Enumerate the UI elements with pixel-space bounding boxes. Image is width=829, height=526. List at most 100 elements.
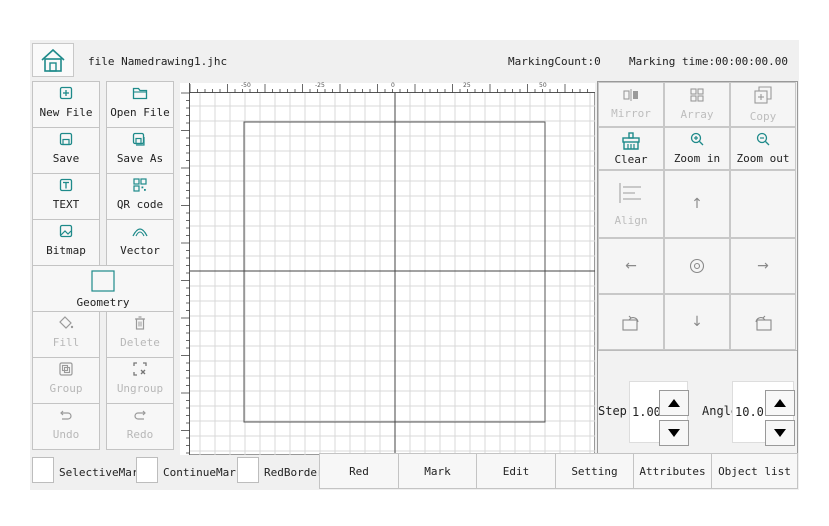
qr-code-label: QR code <box>116 198 164 211</box>
save-button[interactable]: Save <box>32 127 100 174</box>
step-increment-button[interactable] <box>659 390 689 416</box>
home-button[interactable] <box>32 43 74 77</box>
redo-label: Redo <box>126 428 154 441</box>
file-name-label: file Namedrawing1.jhc <box>88 55 228 68</box>
bitmap-button[interactable]: Bitmap <box>32 219 100 266</box>
angle-increment-button[interactable] <box>765 390 795 416</box>
bottom-bar: SelectiveMark ContinueMark RedBorder Red… <box>30 453 799 489</box>
setting-button-label: Setting <box>571 464 618 478</box>
ungroup-button[interactable]: Ungroup <box>106 357 174 404</box>
arrow-up-icon: ↑ <box>691 196 703 212</box>
redo-button[interactable]: Redo <box>106 403 174 450</box>
zoom-in-button[interactable]: Zoom in <box>664 127 730 170</box>
step-label: Step <box>598 404 627 418</box>
mirror-button[interactable]: Mirror <box>598 82 664 127</box>
rotate-right-button[interactable] <box>730 294 796 350</box>
ungroup-icon <box>133 362 147 376</box>
text-button[interactable]: TEXT <box>32 173 100 220</box>
selective-mark-checkbox[interactable] <box>32 457 54 483</box>
text-icon <box>59 178 73 192</box>
step-angle-controls: Step 1.00 Angle 10.0 <box>598 350 797 454</box>
trash-icon <box>135 316 145 330</box>
zoom-in-icon <box>690 132 704 146</box>
selective-mark-label: SelectiveMark <box>59 466 146 479</box>
mark-button-label: Mark <box>424 464 451 478</box>
horizontal-ruler: -50 -25 0 25 50 <box>180 82 595 93</box>
continue-mark-label: ContinueMark <box>163 466 243 479</box>
edit-button-label: Edit <box>502 464 530 478</box>
triangle-up-icon <box>774 399 786 407</box>
move-down-button[interactable]: ↓ <box>664 294 730 350</box>
right-control-panel: Mirror Array Copy Clear Zoom in Zoom out… <box>597 81 798 455</box>
group-icon <box>59 362 73 376</box>
clear-label: Clear <box>614 152 648 166</box>
move-right-button[interactable]: → <box>730 238 796 294</box>
angle-decrement-button[interactable] <box>765 420 795 446</box>
text-label: TEXT <box>52 198 80 211</box>
red-border-checkbox[interactable] <box>237 457 259 483</box>
arrow-left-icon: ← <box>625 258 637 274</box>
ruler-ticks-vertical <box>181 92 190 454</box>
qr-code-button[interactable]: QR code <box>106 173 174 220</box>
save-label: Save <box>52 152 80 165</box>
arrow-down-icon: ↓ <box>691 314 703 330</box>
fill-button[interactable]: Fill <box>32 311 100 358</box>
target-icon <box>689 258 705 274</box>
zoom-out-label: Zoom out <box>736 152 790 165</box>
drawing-canvas[interactable] <box>190 93 595 455</box>
zoom-in-label: Zoom in <box>673 152 721 165</box>
rotate-cw-icon <box>755 315 772 331</box>
copy-icon <box>754 86 772 104</box>
setting-button[interactable]: Setting <box>555 453 634 489</box>
align-button[interactable]: Align <box>598 170 664 238</box>
red-button[interactable]: Red <box>319 453 399 489</box>
ruler-label: -25 <box>315 82 325 89</box>
step-decrement-button[interactable] <box>659 420 689 446</box>
triangle-up-icon <box>668 399 680 407</box>
copy-button[interactable]: Copy <box>730 82 796 127</box>
triangle-down-icon <box>774 429 786 437</box>
save-as-label: Save As <box>116 152 164 165</box>
vector-curve-icon <box>132 228 148 237</box>
clear-button[interactable]: Clear <box>598 127 664 170</box>
broom-icon <box>622 131 640 150</box>
move-up-button[interactable]: ↑ <box>664 170 730 238</box>
open-file-button[interactable]: Open File <box>106 81 174 128</box>
undo-button[interactable]: Undo <box>32 403 100 450</box>
vector-button[interactable]: Vector <box>106 219 174 266</box>
move-left-button[interactable]: ← <box>598 238 664 294</box>
redo-icon <box>134 410 146 420</box>
zoom-out-button[interactable]: Zoom out <box>730 127 796 170</box>
attributes-button[interactable]: Attributes <box>633 453 712 489</box>
new-file-button[interactable]: New File <box>32 81 100 128</box>
undo-icon <box>60 410 72 420</box>
continue-mark-checkbox[interactable] <box>136 457 158 483</box>
ruler-label: -50 <box>241 82 251 89</box>
save-icon <box>59 132 73 146</box>
top-bar: file Namedrawing1.jhc MarkingCount:0 Mar… <box>30 40 799 80</box>
image-icon <box>59 224 73 238</box>
marking-count: MarkingCount:0 <box>508 55 601 68</box>
canvas-grid <box>190 93 595 455</box>
undo-label: Undo <box>52 428 80 441</box>
save-as-icon <box>132 132 145 146</box>
center-button[interactable] <box>664 238 730 294</box>
rotate-left-button[interactable] <box>598 294 664 350</box>
save-as-button[interactable]: Save As <box>106 127 174 174</box>
ruler-label: 0 <box>391 82 395 89</box>
paint-bucket-icon <box>59 316 74 329</box>
group-button[interactable]: Group <box>32 357 100 404</box>
geometry-button[interactable]: Geometry <box>32 265 174 312</box>
object-list-button[interactable]: Object list <box>711 453 798 489</box>
delete-button[interactable]: Delete <box>106 311 174 358</box>
edit-button[interactable]: Edit <box>476 453 556 489</box>
triangle-down-icon <box>668 429 680 437</box>
attributes-button-label: Attributes <box>639 464 706 478</box>
vertical-ruler <box>180 83 190 455</box>
mark-button[interactable]: Mark <box>398 453 477 489</box>
array-icon <box>690 88 704 102</box>
align-label: Align <box>614 213 648 227</box>
geometry-label: Geometry <box>76 296 130 309</box>
array-button[interactable]: Array <box>664 82 730 127</box>
zoom-out-icon <box>756 132 770 146</box>
